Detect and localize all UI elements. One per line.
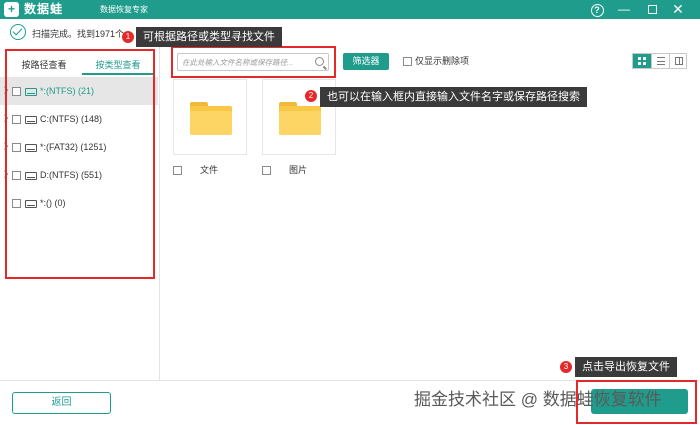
drive-list: ❯ *:(NTFS) (21) ❯ C:(NTFS) (148) ❯ *:(FA… bbox=[0, 77, 158, 217]
hard-drive-icon bbox=[25, 199, 37, 208]
folder-icon bbox=[190, 102, 232, 135]
drive-label: D:(NTFS) (551) bbox=[40, 170, 103, 180]
title-bar: + 数据蛙 数据恢复专家 ? — ✕ bbox=[0, 0, 700, 19]
tab-by-path[interactable]: 按路径查看 bbox=[8, 55, 80, 75]
drive-label: *:() (0) bbox=[40, 198, 66, 208]
drive-item[interactable]: ❯ D:(NTFS) (551) bbox=[0, 161, 158, 189]
drive-checkbox[interactable] bbox=[12, 87, 21, 97]
show-deleted-label: 仅显示删除项 bbox=[415, 56, 470, 66]
expand-caret-icon[interactable]: ❯ bbox=[3, 77, 9, 105]
file-tile[interactable] bbox=[173, 79, 247, 155]
callout-number: 2 bbox=[305, 90, 317, 102]
close-button[interactable]: ✕ bbox=[666, 0, 690, 19]
hard-drive-icon bbox=[25, 143, 37, 152]
grid-icon bbox=[638, 57, 646, 65]
expand-caret-icon[interactable]: ❯ bbox=[3, 161, 9, 189]
drive-label: C:(NTFS) (148) bbox=[40, 114, 103, 124]
check-circle-icon bbox=[10, 24, 26, 40]
expand-caret-icon[interactable]: ❯ bbox=[3, 133, 9, 161]
expand-caret-icon[interactable]: ❯ bbox=[3, 105, 9, 133]
minimize-button[interactable]: — bbox=[612, 0, 636, 19]
watermark-text: 掘金技术社区 @ 数据蛙恢复软件 bbox=[414, 390, 662, 409]
maximize-button[interactable] bbox=[640, 0, 664, 19]
list-view-button[interactable] bbox=[651, 54, 669, 68]
detail-view-icon bbox=[675, 57, 683, 65]
app-subtitle: 数据恢复专家 bbox=[100, 5, 148, 14]
file-checkbox[interactable] bbox=[262, 166, 271, 176]
drive-checkbox[interactable] bbox=[12, 171, 21, 181]
sidebar-tabs: 按路径查看 按类型查看 bbox=[0, 55, 160, 75]
drive-label: *:(NTFS) (21) bbox=[40, 86, 94, 96]
file-checkbox[interactable] bbox=[173, 166, 182, 176]
scan-status-text: 扫描完成。找到1971个 bbox=[32, 29, 125, 39]
file-name: 文件 bbox=[200, 165, 219, 175]
drive-checkbox[interactable] bbox=[12, 199, 21, 209]
drive-checkbox[interactable] bbox=[12, 115, 21, 125]
callout-tip: 点击导出恢复文件 bbox=[575, 357, 677, 377]
footer-bar: 返回 掘金技术社区 @ 数据蛙恢复软件 bbox=[0, 380, 700, 425]
app-logo-icon: + bbox=[4, 2, 19, 17]
tab-by-type[interactable]: 按类型查看 bbox=[82, 55, 154, 75]
callout-tip: 也可以在输入框内直接输入文件名字或保存路径搜索 bbox=[320, 87, 587, 107]
drive-item[interactable]: ❯ *:(NTFS) (21) bbox=[0, 77, 158, 105]
scan-status-row: 扫描完成。找到1971个 bbox=[0, 19, 700, 47]
view-mode-toggles bbox=[632, 53, 687, 69]
sidebar: 按路径查看 按类型查看 ❯ *:(NTFS) (21) ❯ C:(NTFS) (… bbox=[0, 47, 160, 380]
help-icon: ? bbox=[590, 4, 604, 17]
search-icon[interactable] bbox=[315, 57, 324, 66]
help-button[interactable]: ? bbox=[585, 0, 609, 19]
callout-number: 1 bbox=[122, 31, 134, 43]
app-name: 数据蛙 bbox=[24, 2, 64, 16]
show-deleted-checkbox[interactable] bbox=[403, 57, 412, 67]
drive-item[interactable]: ❯ C:(NTFS) (148) bbox=[0, 105, 158, 133]
maximize-icon bbox=[647, 5, 657, 14]
file-caption: 图片 bbox=[262, 164, 307, 176]
drive-item[interactable]: ❯ *:(FAT32) (1251) bbox=[0, 133, 158, 161]
drive-checkbox[interactable] bbox=[12, 143, 21, 153]
hard-drive-icon bbox=[25, 115, 37, 124]
show-deleted-toggle[interactable]: 仅显示删除项 bbox=[403, 55, 469, 67]
search-field[interactable] bbox=[177, 53, 329, 71]
callout-number: 3 bbox=[560, 361, 572, 373]
list-icon bbox=[657, 57, 665, 65]
filter-button[interactable]: 筛选器 bbox=[343, 53, 389, 70]
back-button[interactable]: 返回 bbox=[12, 392, 111, 414]
detail-view-button[interactable] bbox=[669, 54, 687, 68]
hard-drive-icon bbox=[25, 171, 37, 180]
grid-view-button[interactable] bbox=[633, 54, 651, 68]
callout-tip: 可根据路径或类型寻找文件 bbox=[136, 27, 282, 47]
file-caption: 文件 bbox=[173, 164, 218, 176]
hard-drive-icon bbox=[25, 87, 37, 96]
folder-icon bbox=[279, 102, 321, 135]
drive-item[interactable]: *:() (0) bbox=[0, 189, 158, 217]
file-name: 图片 bbox=[289, 165, 308, 175]
search-input[interactable] bbox=[182, 56, 310, 69]
drive-label: *:(FAT32) (1251) bbox=[40, 142, 107, 152]
